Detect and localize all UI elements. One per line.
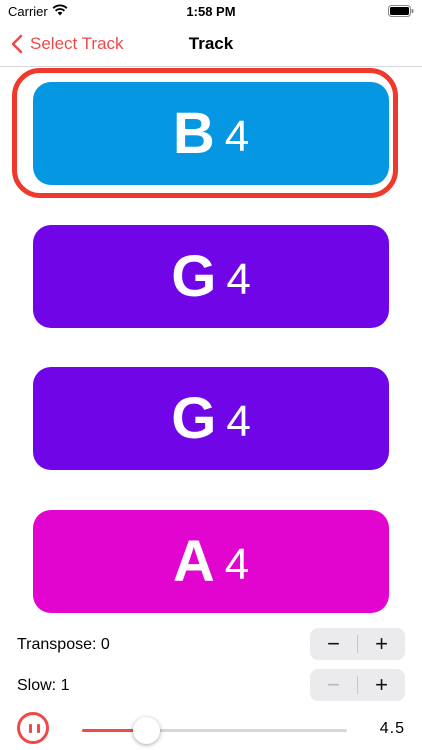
note-card[interactable]: G 4	[33, 367, 389, 470]
note-letter: G	[171, 385, 217, 451]
slider-thumb[interactable]	[132, 717, 160, 744]
transpose-increment-button[interactable]: +	[358, 628, 405, 660]
slow-decrement-button[interactable]: −	[310, 669, 357, 701]
note-card[interactable]: A 4	[33, 510, 389, 613]
page-title: Track	[188, 34, 234, 53]
navigation-bar: Select Track Track	[0, 22, 422, 67]
note-octave: 4	[224, 111, 250, 161]
battery-icon	[388, 5, 414, 17]
slow-label: Slow: 1	[17, 677, 70, 694]
note-octave: 4	[224, 539, 250, 589]
status-time: 1:58 PM	[186, 4, 236, 19]
note-card[interactable]: G 4	[33, 225, 389, 328]
note-letter: B	[172, 100, 215, 166]
status-bar: Carrier 1:58 PM	[0, 0, 422, 22]
note-letter: G	[171, 243, 217, 309]
position-slider[interactable]	[82, 717, 347, 744]
pause-button[interactable]	[17, 712, 49, 744]
pause-icon	[37, 724, 40, 733]
note-letter: A	[172, 528, 215, 594]
slow-increment-button[interactable]: +	[358, 669, 405, 701]
playback-controls: 4.5	[0, 708, 422, 750]
transpose-control: Transpose: 0 − +	[0, 628, 422, 662]
note-octave: 4	[226, 254, 251, 304]
note-octave: 4	[226, 396, 251, 446]
transpose-stepper: − +	[310, 628, 405, 660]
transpose-decrement-button[interactable]: −	[310, 628, 357, 660]
note-list: B 4 G 4 G 4 A 4	[0, 66, 422, 616]
note-card-current[interactable]: B 4	[33, 82, 389, 185]
slider-value: 4.5	[379, 720, 405, 737]
slow-stepper: − +	[310, 669, 405, 701]
slow-control: Slow: 1 − +	[0, 669, 422, 703]
transpose-label: Transpose: 0	[17, 636, 110, 653]
pause-icon	[29, 724, 32, 733]
